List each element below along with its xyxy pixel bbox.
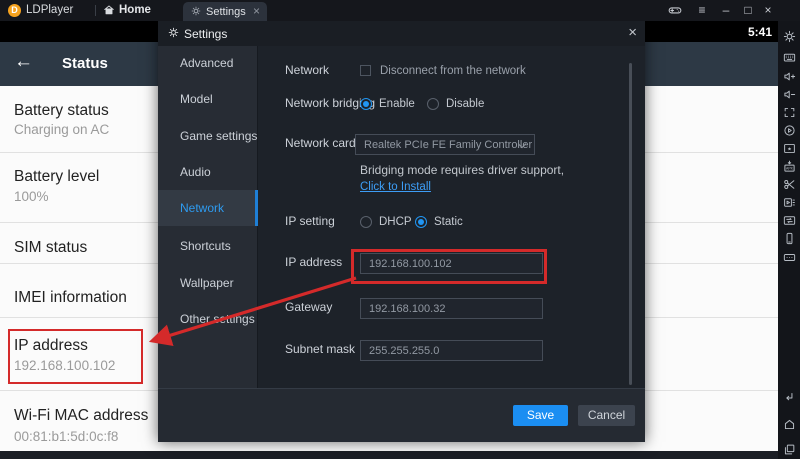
gear-icon — [191, 6, 201, 16]
install-apk-icon[interactable]: APK — [778, 160, 800, 178]
sidebar-item-other-settings[interactable]: Other settings — [158, 304, 258, 334]
sidebar-item-shortcuts[interactable]: Shortcuts — [158, 231, 258, 261]
sidebar-item-audio[interactable]: Audio — [158, 157, 258, 187]
ip-address-input[interactable] — [360, 253, 543, 274]
svg-text:APK: APK — [785, 166, 793, 170]
status-item-title: Battery status — [14, 102, 109, 120]
install-driver-link[interactable]: Click to Install — [360, 181, 431, 193]
save-button[interactable]: Save — [513, 405, 568, 426]
back-icon[interactable] — [778, 391, 800, 409]
disconnect-checkbox[interactable] — [360, 65, 371, 76]
scrollbar[interactable] — [629, 63, 632, 385]
video-recorder-icon[interactable] — [778, 196, 800, 214]
status-item-value: 00:81:b1:5d:0c:f8 — [14, 429, 118, 444]
more-icon[interactable] — [778, 251, 800, 269]
ip-setting-label: IP setting — [285, 214, 335, 228]
status-item-value: 100% — [14, 189, 49, 204]
tab-settings[interactable]: Settings × — [183, 2, 267, 21]
emulator-toolbar: «APK — [778, 0, 800, 459]
dhcp-radio-label: DHCP — [379, 216, 412, 228]
sidebar-item-network[interactable]: Network — [158, 190, 258, 226]
home-tab-label[interactable]: Home — [119, 4, 151, 16]
volume-down-icon[interactable] — [778, 88, 800, 106]
subnet-mask-label: Subnet mask — [285, 342, 355, 356]
titlebar: D LDPlayer Home Settings × ≡–□× — [0, 0, 800, 21]
settings-content: Network Disconnect from the network Netw… — [258, 46, 645, 388]
tab-close-icon[interactable]: × — [253, 4, 260, 18]
sync-icon[interactable] — [778, 214, 800, 232]
status-item-title: IP address — [14, 337, 88, 355]
screen-cut-icon[interactable] — [778, 178, 800, 196]
status-item-value: 192.168.100.102 — [14, 358, 115, 373]
status-item-title: Wi-Fi MAC address — [14, 407, 148, 425]
status-item-value: Charging on AC — [14, 122, 109, 137]
disconnect-checkbox-label: Disconnect from the network — [380, 65, 526, 77]
ip-address-label: IP address — [285, 255, 342, 269]
network-card-value: Realtek PCIe FE Family Controller — [364, 139, 532, 151]
dialog-title: Settings — [184, 27, 227, 41]
screen-bottom-strip — [0, 451, 778, 459]
settings-dialog: Settings × Advanced Model Game settings … — [158, 21, 645, 442]
clock-time: 5:41 — [748, 25, 772, 39]
sidebar-item-game-settings[interactable]: Game settings — [158, 121, 258, 151]
settings-sidebar: Advanced Model Game settings Audio Netwo… — [158, 46, 258, 388]
gateway-label: Gateway — [285, 300, 332, 314]
sidebar-item-wallpaper[interactable]: Wallpaper — [158, 268, 258, 298]
static-radio[interactable] — [415, 216, 427, 228]
screenshot-icon[interactable] — [778, 142, 800, 160]
network-label: Network — [285, 63, 329, 77]
fullscreen-icon[interactable] — [778, 106, 800, 124]
network-card-dropdown[interactable]: Realtek PCIe FE Family Controller — [355, 134, 535, 155]
shake-icon[interactable] — [778, 232, 800, 250]
close-icon[interactable]: × — [628, 24, 637, 41]
home-icon[interactable] — [103, 4, 115, 16]
enable-radio-label: Enable — [379, 98, 415, 110]
static-radio-label: Static — [434, 216, 463, 228]
subnet-mask-input[interactable] — [360, 340, 543, 361]
cancel-button[interactable]: Cancel — [578, 405, 635, 426]
page-title: Status — [62, 55, 108, 72]
keyboard-icon[interactable] — [778, 51, 800, 69]
dialog-footer: Save Cancel — [158, 388, 645, 442]
gateway-input[interactable] — [360, 298, 543, 319]
ldplayer-window: 5:41 ← Status Battery status Charging on… — [0, 0, 800, 459]
back-arrow-icon[interactable]: ← — [14, 51, 33, 73]
minimize-icon[interactable]: – — [718, 3, 734, 19]
dialog-header: Settings × — [158, 21, 645, 46]
tab-label: Settings — [206, 6, 246, 18]
titlebar-separator — [95, 5, 96, 16]
sidebar-item-model[interactable]: Model — [158, 84, 258, 114]
volume-up-icon[interactable] — [778, 70, 800, 88]
status-item-title: Battery level — [14, 168, 99, 186]
brand-name: LDPlayer — [26, 4, 73, 16]
ldplayer-logo-icon: D — [8, 4, 21, 17]
disable-radio-label: Disable — [446, 98, 484, 110]
status-item-title: SIM status — [14, 239, 87, 257]
sidebar-item-advanced[interactable]: Advanced — [158, 48, 258, 78]
home-icon[interactable] — [778, 418, 800, 436]
recent-apps-icon[interactable] — [778, 443, 800, 459]
driver-note: Bridging mode requires driver support, — [360, 163, 564, 177]
status-item-title: IMEI information — [14, 289, 127, 307]
disable-radio[interactable] — [427, 98, 439, 110]
enable-radio[interactable] — [360, 98, 372, 110]
maximize-icon[interactable]: □ — [740, 3, 756, 19]
network-card-label: Network card — [285, 136, 356, 150]
settings-icon[interactable] — [778, 30, 800, 48]
close-icon[interactable]: × — [760, 3, 776, 19]
dhcp-radio[interactable] — [360, 216, 372, 228]
operation-recorder-icon[interactable] — [778, 124, 800, 142]
gear-icon — [168, 27, 179, 38]
menu-icon[interactable]: ≡ — [694, 3, 710, 19]
gamepad-icon[interactable] — [668, 3, 684, 19]
